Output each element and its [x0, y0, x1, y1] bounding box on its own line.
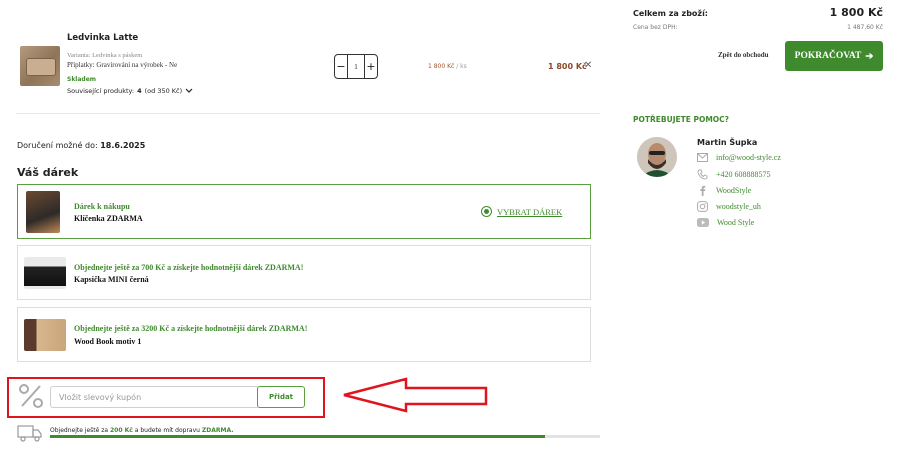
facebook-icon	[700, 185, 706, 196]
shipping-progress-fill	[50, 435, 545, 438]
divider	[16, 113, 600, 114]
related-prefix: Související produkty:	[67, 87, 135, 95]
contact-phone[interactable]: +420 608888575	[697, 169, 771, 180]
apply-coupon-button[interactable]: Přidat	[257, 386, 305, 408]
gift-name: Kapsička MINI černá	[74, 275, 149, 284]
coupon-placeholder: Vložit slevový kupón	[59, 392, 142, 402]
select-gift-button[interactable]: VYBRAT DÁREK	[481, 206, 562, 217]
delivery-info: Doručení možné do: 18.6.2025	[17, 141, 145, 150]
line-total-price: 1 800 Kč	[548, 62, 587, 71]
contact-email-text: info@wood-style.cz	[716, 153, 781, 162]
gift-name: Klíčenka ZDARMA	[74, 214, 143, 223]
quantity-value[interactable]: 1	[347, 55, 365, 78]
select-gift-label: VYBRAT DÁREK	[497, 206, 563, 217]
vat-label: Cena bez DPH:	[633, 24, 678, 31]
coupon-input[interactable]: Vložit slevový kupón	[50, 386, 258, 408]
shipping-prefix: Objednejte ještě za	[50, 427, 109, 434]
stock-status: Skladem	[67, 76, 97, 83]
phone-icon	[697, 169, 708, 180]
gift-title: Objednejte ještě za 3200 Kč a získejte h…	[74, 324, 308, 333]
total-label: Celkem za zboží:	[633, 9, 709, 18]
contact-facebook-text: WoodStyle	[716, 186, 752, 195]
gift-title: Dárek k nákupu	[74, 202, 130, 211]
back-to-shop-link[interactable]: Zpět do obchodu	[718, 51, 769, 59]
red-arrow-annotation	[343, 377, 488, 413]
truck-icon	[17, 425, 42, 442]
delivery-date: 18.6.2025	[100, 141, 146, 150]
related-count: 4	[137, 87, 142, 95]
quantity-stepper[interactable]: − 1 +	[334, 54, 378, 79]
contact-facebook[interactable]: WoodStyle	[697, 185, 751, 196]
continue-label: POKRAČOVAT	[794, 51, 862, 61]
related-products-toggle[interactable]: Související produkty: 4 (od 350 Kč)	[67, 87, 193, 95]
mail-icon	[697, 153, 708, 162]
unit-price-value: 1 800 Kč	[428, 63, 455, 70]
percent-icon	[19, 384, 43, 408]
shipping-free: ZDARMA.	[201, 427, 234, 434]
unit-price-suffix: / ks	[456, 63, 467, 70]
contact-instagram-text: woodstyle_uh	[716, 202, 761, 211]
vat-value: 1 487,60 Kč	[847, 24, 883, 31]
contact-instagram[interactable]: woodstyle_uh	[697, 201, 761, 212]
chevron-down-icon	[185, 88, 193, 93]
free-shipping-message: Objednejte ještě za 200 Kč a budete mít …	[50, 427, 233, 434]
product-image[interactable]	[20, 46, 60, 86]
remove-item-icon[interactable]: ✕	[584, 60, 592, 71]
gift-heading: Váš dárek	[17, 166, 79, 179]
youtube-icon	[697, 218, 709, 227]
related-suffix: (od 350 Kč)	[144, 87, 183, 95]
total-value: 1 800 Kč	[829, 6, 883, 19]
shipping-middle: a budete mít dopravu	[134, 427, 200, 434]
gift-title: Objednejte ještě za 700 Kč a získejte ho…	[74, 263, 304, 272]
gift-image-mini-wallet	[24, 257, 66, 289]
gift-image-wood-book	[24, 319, 66, 351]
gift-tier-3200: Objednejte ještě za 3200 Kč a získejte h…	[17, 307, 591, 362]
radio-selected-icon	[481, 206, 492, 217]
contact-youtube-text: Wood Style	[717, 218, 755, 227]
unit-price: 1 800 Kč / ks	[428, 63, 467, 70]
quantity-decrease-button[interactable]: −	[335, 55, 347, 78]
help-heading: POTŘEBUJETE POMOC?	[633, 115, 730, 124]
product-option: Příplatky: Gravírování na výrobek - Ne	[67, 61, 178, 69]
gift-tier-700: Objednejte ještě za 700 Kč a získejte ho…	[17, 245, 591, 300]
arrow-right-icon: ➔	[865, 51, 874, 62]
instagram-icon	[697, 201, 708, 212]
contact-youtube[interactable]: Wood Style	[697, 218, 754, 227]
shipping-amount: 200 Kč	[110, 427, 133, 434]
continue-button[interactable]: POKRAČOVAT ➔	[785, 41, 883, 71]
contact-email[interactable]: info@wood-style.cz	[697, 153, 781, 162]
gift-image-keychain	[26, 191, 60, 233]
contact-phone-text: +420 608888575	[716, 170, 771, 179]
contact-name: Martin Šupka	[697, 138, 758, 147]
gift-option-keychain[interactable]: Dárek k nákupu Klíčenka ZDARMA VYBRAT DÁ…	[17, 184, 591, 239]
quantity-increase-button[interactable]: +	[365, 55, 377, 78]
shipping-progress-bar	[50, 435, 600, 438]
product-variant: Varianta: Ledvinka s páskem	[67, 52, 143, 59]
avatar	[637, 137, 677, 177]
product-name[interactable]: Ledvinka Latte	[67, 33, 138, 43]
gift-name: Wood Book motiv 1	[74, 337, 142, 346]
delivery-label: Doručení možné do:	[17, 141, 98, 150]
